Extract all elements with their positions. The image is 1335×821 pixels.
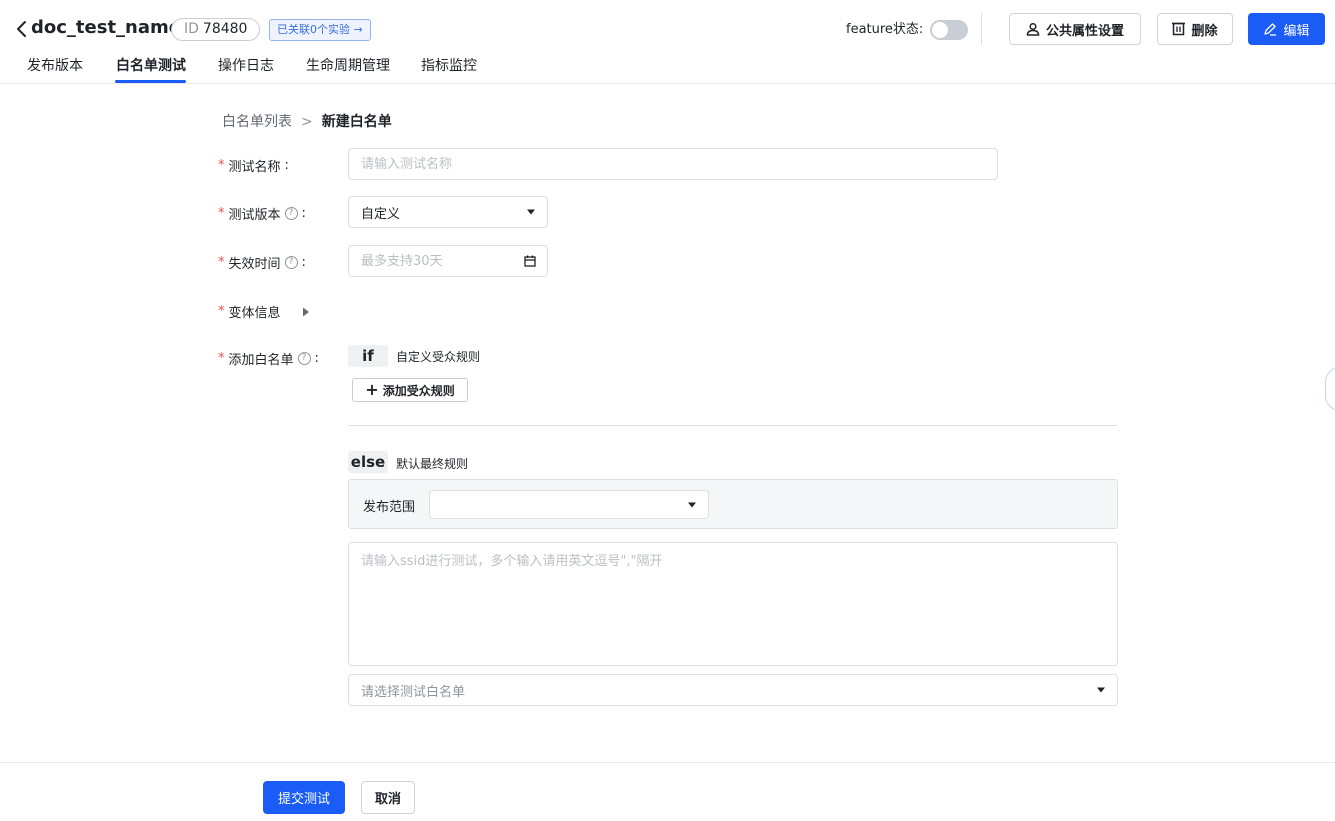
test-name-label: * 测试名称:: [218, 158, 289, 175]
delete-button[interactable]: 删除: [1157, 13, 1233, 45]
delete-label: 删除: [1191, 23, 1218, 39]
calendar-icon[interactable]: [524, 255, 536, 267]
test-version-value: 自定义: [361, 206, 401, 222]
user-icon: [1026, 22, 1040, 36]
breadcrumb-whitelist-list[interactable]: 白名单列表: [222, 114, 292, 130]
release-range-label: 发布范围: [363, 500, 416, 515]
expire-time-label-text: 失效时间: [228, 257, 281, 272]
id-value: 78480: [202, 21, 248, 37]
page-title: doc_test_name: [31, 17, 181, 38]
pencil-icon: [1264, 23, 1277, 36]
header-divider: [981, 13, 982, 45]
expire-time-input[interactable]: [348, 245, 548, 277]
test-version-select[interactable]: 自定义: [348, 196, 548, 228]
help-icon[interactable]: ?: [297, 352, 311, 365]
add-rule-label: 添加受众规则: [382, 383, 455, 398]
feature-status-label: feature状态:: [846, 22, 924, 37]
form-footer: [0, 762, 1335, 821]
tab-metrics[interactable]: 指标监控: [421, 55, 477, 75]
test-version-label-text: 测试版本: [228, 208, 281, 223]
caret-down-icon: [688, 502, 696, 507]
public-settings-label: 公共属性设置: [1045, 23, 1124, 39]
tab-release-version[interactable]: 发布版本: [27, 55, 83, 75]
else-rule-description: 默认最终规则: [396, 457, 469, 471]
id-badge: ID 78480: [171, 18, 261, 41]
cancel-button[interactable]: 取消: [361, 781, 415, 814]
id-prefix: ID: [184, 21, 199, 37]
expire-time-field: [348, 245, 548, 277]
feature-status-toggle[interactable]: [930, 20, 968, 40]
trash-icon: [1172, 22, 1186, 36]
caret-right-icon[interactable]: [301, 307, 311, 317]
if-tag: if: [348, 345, 388, 367]
help-icon[interactable]: ?: [284, 207, 298, 220]
tab-lifecycle[interactable]: 生命周期管理: [306, 55, 390, 75]
breadcrumb: 白名单列表 > 新建白名单: [222, 111, 392, 131]
test-name-label-text: 测试名称: [228, 160, 281, 175]
page-header: doc_test_name ID 78480 已关联0个实验 → feature状…: [0, 0, 1335, 84]
variant-info-label-text: 变体信息: [228, 306, 281, 321]
active-tab-indicator: [115, 80, 186, 83]
help-icon[interactable]: ?: [284, 256, 298, 269]
edit-label: 编辑: [1283, 23, 1310, 39]
edit-button[interactable]: 编辑: [1248, 13, 1325, 45]
side-panel-handle[interactable]: [1325, 367, 1335, 411]
ssid-textarea[interactable]: [348, 542, 1118, 666]
else-tag: else: [348, 451, 388, 473]
variant-info-label: * 变体信息: [218, 302, 311, 321]
release-range-box: 发布范围: [348, 479, 1118, 529]
tab-whitelist-test[interactable]: 白名单测试: [116, 55, 186, 75]
release-range-select[interactable]: [429, 490, 709, 519]
required-mark: *: [218, 351, 225, 366]
public-settings-button[interactable]: 公共属性设置: [1009, 13, 1141, 45]
if-rule-description: 自定义受众规则: [396, 350, 481, 364]
caret-down-icon: [1097, 687, 1105, 693]
chevron-left-icon[interactable]: [14, 18, 30, 40]
required-mark: *: [218, 304, 225, 319]
breadcrumb-current: 新建白名单: [321, 114, 392, 130]
expire-time-label: * 失效时间 ?:: [218, 255, 306, 272]
breadcrumb-separator: >: [301, 114, 313, 130]
required-mark: *: [218, 206, 225, 221]
section-divider: [348, 425, 1117, 426]
add-audience-rule-button[interactable]: + 添加受众规则: [352, 378, 468, 402]
add-whitelist-label-text: 添加白名单: [228, 353, 294, 368]
required-mark: *: [218, 255, 225, 270]
caret-down-icon: [527, 209, 535, 215]
submit-test-button[interactable]: 提交测试: [263, 781, 345, 814]
whitelist-select-placeholder: 请选择测试白名单: [361, 684, 466, 700]
test-version-label: * 测试版本 ?:: [218, 206, 306, 223]
add-whitelist-label: * 添加白名单 ?:: [218, 351, 319, 368]
linked-experiments-tag[interactable]: 已关联0个实验 →: [269, 19, 371, 41]
required-mark: *: [218, 158, 225, 173]
toggle-knob: [932, 22, 948, 38]
plus-icon: +: [365, 380, 379, 399]
test-name-input[interactable]: [348, 148, 998, 180]
tab-operation-log[interactable]: 操作日志: [218, 55, 274, 75]
whitelist-select[interactable]: 请选择测试白名单: [348, 674, 1118, 706]
